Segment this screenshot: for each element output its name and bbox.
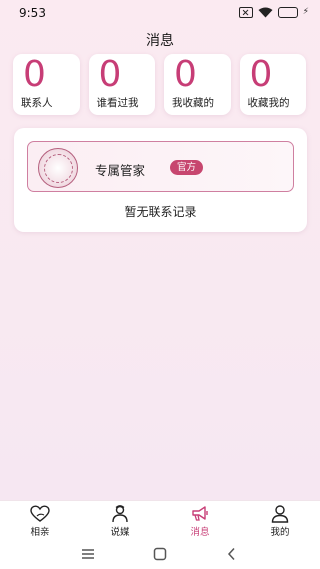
page-title: 消息 [146, 33, 174, 49]
bottom-tab-bar: 相亲 说媒 消息 我的 [0, 500, 320, 540]
battery-icon [277, 7, 298, 18]
status-time: 9:53 [19, 6, 46, 20]
system-nav-bar [0, 540, 320, 569]
tab-matchmaker[interactable]: 说媒 [80, 501, 160, 540]
heart-icon [30, 505, 50, 523]
stat-card-viewed-me[interactable]: 0 谁看过我 [88, 54, 155, 115]
stat-label: 收藏我的 [247, 97, 290, 109]
stats-row: 0 联系人 0 谁看过我 0 我收藏的 0 收藏我的 [13, 54, 307, 115]
stat-card-my-favorites[interactable]: 0 我收藏的 [164, 54, 231, 115]
status-icons: ⚡ [238, 7, 309, 18]
stat-value: 0 [174, 54, 197, 95]
stat-label: 我收藏的 [172, 97, 214, 109]
stat-card-favorited-me[interactable]: 0 收藏我的 [239, 54, 306, 115]
tab-matchmaking[interactable]: 相亲 [0, 501, 80, 540]
personal-butler-item[interactable]: 专属管家 官方 [27, 141, 294, 192]
tab-label: 消息 [190, 527, 210, 538]
empty-state-text: 暂无联系记录 [124, 205, 197, 219]
tab-profile[interactable]: 我的 [240, 501, 320, 540]
stat-label: 联系人 [21, 97, 53, 109]
wifi-icon [258, 7, 273, 18]
stat-label: 谁看过我 [96, 97, 139, 109]
stat-value: 0 [98, 54, 122, 95]
matchmaker-icon [110, 505, 130, 523]
stat-card-contacts[interactable]: 0 联系人 [13, 54, 80, 115]
contacts-card: 专属管家 官方 暂无联系记录 [14, 128, 307, 232]
tab-messages[interactable]: 消息 [160, 501, 240, 540]
stat-value: 0 [23, 54, 46, 95]
tab-label: 相亲 [30, 527, 50, 538]
home-icon[interactable] [151, 545, 169, 563]
charging-icon: ⚡ [302, 7, 309, 17]
tab-label: 说媒 [110, 527, 130, 538]
stat-value: 0 [249, 54, 273, 95]
back-icon[interactable] [223, 545, 241, 563]
person-icon [270, 505, 290, 523]
butler-name: 专属管家 [95, 163, 146, 178]
official-badge: 官方 [170, 160, 204, 175]
status-bar: 9:53 ⚡ [0, 0, 320, 26]
menu-icon[interactable] [79, 545, 97, 563]
butler-seal-logo-icon [38, 148, 78, 188]
tab-label: 我的 [270, 527, 290, 538]
megaphone-icon [190, 505, 210, 523]
notification-blocked-icon [238, 7, 253, 18]
